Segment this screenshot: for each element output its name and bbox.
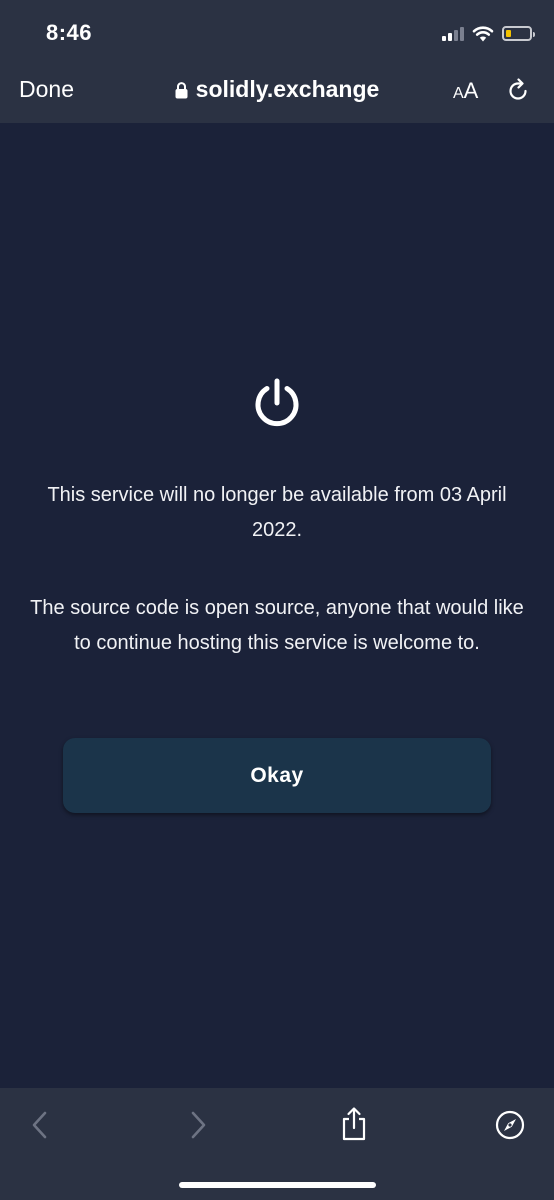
power-icon (255, 378, 299, 427)
url-text: solidly.exchange (195, 76, 380, 102)
text-size-small-a: A (453, 85, 464, 102)
reload-icon[interactable] (506, 78, 530, 104)
safari-view-controller: 8:46 Done solidly.exchange AA This servi… (0, 0, 554, 1200)
lock-icon (175, 82, 188, 99)
back-arrow-icon[interactable] (30, 1110, 50, 1140)
cellular-signal-icon (442, 25, 464, 41)
wifi-icon (472, 25, 494, 41)
status-icons (442, 22, 535, 44)
battery-icon (502, 25, 535, 41)
share-icon[interactable] (340, 1106, 368, 1142)
status-time: 8:46 (46, 20, 93, 45)
text-size-large-a: A (463, 78, 479, 103)
browser-top-bar: 8:46 Done solidly.exchange AA (0, 0, 554, 123)
text-size-button[interactable]: AA (453, 78, 478, 104)
open-source-message: The source code is open source, anyone t… (30, 597, 524, 654)
service-ending-message: This service will no longer be available… (47, 484, 507, 541)
forward-arrow-icon[interactable] (188, 1110, 208, 1140)
okay-button[interactable]: Okay (63, 738, 491, 813)
home-indicator (179, 1182, 376, 1188)
compass-icon[interactable] (495, 1110, 525, 1140)
